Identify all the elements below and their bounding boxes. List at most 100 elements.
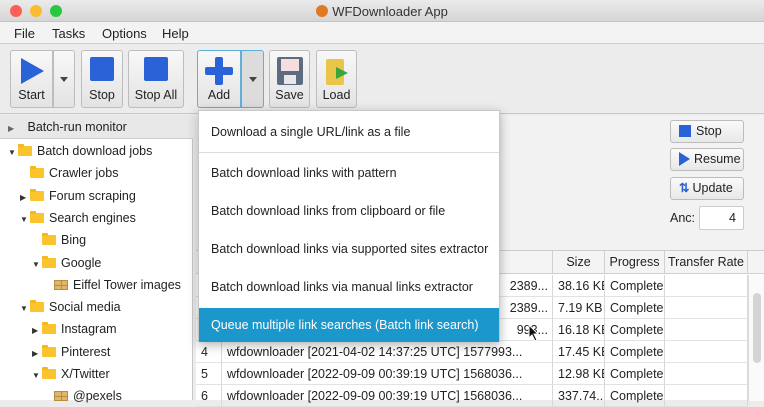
stop-job-button[interactable]: Stop [670, 120, 744, 143]
start-button[interactable]: Start [10, 50, 53, 108]
cell-rate[interactable] [665, 319, 748, 341]
stop-button[interactable]: Stop [81, 50, 123, 108]
cell-rate[interactable] [665, 297, 748, 319]
caret-down-icon [248, 77, 257, 82]
tree-item-label: Bing [61, 233, 87, 248]
cell-progress[interactable]: Complete [605, 275, 665, 297]
vertical-scrollbar[interactable] [748, 275, 764, 401]
window-title: WFDownloader App [332, 4, 448, 19]
tree-item[interactable]: Eiffel Tower images [44, 274, 181, 296]
expand-right-icon[interactable]: ▶ [32, 343, 42, 365]
start-label: Start [18, 88, 45, 102]
column-header-transfer-rate[interactable]: Transfer Rate [665, 251, 748, 274]
batch-run-monitor[interactable]: ▶ Batch-run monitor [0, 115, 193, 139]
column-header-progress[interactable]: Progress [605, 251, 665, 274]
cell-progress[interactable]: Complete [605, 385, 665, 407]
window-title-wrap: WFDownloader App [0, 4, 764, 19]
cell-rate[interactable] [665, 275, 748, 297]
cell-rate[interactable] [665, 363, 748, 385]
toolbar: Start Stop Stop All Add Save Load [0, 44, 764, 114]
menu-help[interactable]: Help [162, 26, 189, 41]
cell-progress[interactable]: Complete [605, 341, 665, 363]
cell-num[interactable]: 6 [196, 385, 222, 407]
load-label: Load [322, 88, 351, 102]
update-button[interactable]: ⇅ Update [670, 177, 744, 200]
cell-size[interactable]: 7.19 KB [553, 297, 605, 319]
tree-item-label: X/Twitter [61, 367, 110, 381]
expand-down-icon[interactable]: ▼ [32, 254, 42, 276]
sidebar-tree: ▶ Batch-run monitor ▼ Batch download jobs… [0, 115, 193, 403]
tree-item[interactable]: @pexels [44, 385, 122, 407]
update-label: Update [692, 181, 733, 195]
load-button[interactable]: Load [316, 50, 357, 108]
tree-item-label: Eiffel Tower images [73, 277, 181, 292]
cell-size[interactable]: 16.18 KB [553, 319, 605, 341]
add-dropdown-button[interactable] [241, 50, 264, 108]
stop-all-button[interactable]: Stop All [128, 50, 184, 108]
expand-down-icon[interactable]: ▼ [8, 142, 18, 164]
scrollbar-thumb[interactable] [753, 293, 761, 363]
cell-name[interactable]: wfdownloader [2022-09-09 00:39:19 UTC] 1… [222, 363, 553, 385]
cell-rate[interactable] [665, 385, 748, 407]
tree-item-label: Batch download jobs [37, 144, 153, 158]
folder-icon [18, 144, 32, 156]
stop-all-icon [144, 57, 168, 81]
expand-right-icon[interactable]: ▶ [20, 187, 30, 209]
cell-progress[interactable]: Complete [605, 319, 665, 341]
tree-item[interactable]: ▼ Search engines [20, 207, 136, 229]
title-bar: WFDownloader App [0, 0, 764, 22]
anc-input[interactable]: 4 [699, 206, 744, 230]
cell-size[interactable]: 337.74... [553, 385, 605, 407]
folder-icon [42, 233, 56, 246]
tree-item-label: Search engines [49, 210, 136, 225]
expand-down-icon[interactable]: ▼ [20, 209, 30, 231]
resume-button[interactable]: Resume [670, 148, 744, 171]
tree-item[interactable]: ▼ Social media [20, 296, 121, 318]
cell-size[interactable]: 12.98 KB [553, 363, 605, 385]
expand-right-icon[interactable]: ▶ [32, 320, 42, 342]
stop-job-label: Stop [696, 124, 722, 138]
stop-label: Stop [89, 88, 115, 102]
menu-file[interactable]: File [14, 26, 35, 41]
menu-item-supported-sites[interactable]: Batch download links via supported sites… [199, 232, 499, 266]
cell-size[interactable]: 17.45 KB [553, 341, 605, 363]
cell-name[interactable]: wfdownloader [2021-04-02 14:37:25 UTC] 1… [222, 341, 553, 363]
tree-item[interactable]: ▼ X/Twitter [32, 363, 110, 385]
expand-down-icon[interactable]: ▼ [20, 298, 30, 320]
menu-item-pattern[interactable]: Batch download links with pattern [199, 156, 499, 190]
cell-num[interactable]: 5 [196, 363, 222, 385]
expand-down-icon[interactable]: ▼ [32, 365, 42, 387]
plus-icon [205, 57, 233, 85]
menu-tasks[interactable]: Tasks [52, 26, 85, 41]
add-button[interactable]: Add [197, 50, 241, 108]
save-button[interactable]: Save [269, 50, 310, 108]
cell-progress[interactable]: Complete [605, 297, 665, 319]
menu-item-manual-extractor[interactable]: Batch download links via manual links ex… [199, 270, 499, 304]
anc-label: Anc: [670, 211, 696, 225]
cell-progress[interactable]: Complete [605, 363, 665, 385]
tree-item[interactable]: ▶ Pinterest [32, 341, 110, 363]
cell-num[interactable]: 4 [196, 341, 222, 363]
column-header-size[interactable]: Size [553, 251, 605, 274]
refresh-icon: ⇅ [679, 181, 690, 195]
tree-item[interactable]: ▶ Forum scraping [20, 185, 136, 207]
tree-item[interactable]: Crawler jobs [20, 162, 118, 184]
expand-right-icon: ▶ [8, 124, 15, 133]
tree-item[interactable]: Bing [32, 229, 86, 251]
tree-item[interactable]: ▼ Google [32, 252, 101, 274]
floppy-save-icon [276, 57, 303, 85]
cell-name[interactable]: wfdownloader [2022-09-09 00:39:19 UTC] 1… [222, 385, 553, 407]
app-logo-icon [316, 5, 329, 17]
menu-options[interactable]: Options [102, 26, 147, 41]
menu-item-clipboard-file[interactable]: Batch download links from clipboard or f… [199, 194, 499, 228]
cell-size[interactable]: 38.16 KB [553, 275, 605, 297]
folder-icon [42, 367, 56, 379]
menu-item-single-url[interactable]: Download a single URL/link as a file [199, 115, 499, 149]
menu-item-batch-link-search[interactable]: Queue multiple link searches (Batch link… [199, 308, 499, 342]
stop-icon [679, 125, 691, 137]
menu-separator [199, 152, 499, 153]
start-dropdown-button[interactable] [53, 50, 75, 108]
cell-rate[interactable] [665, 341, 748, 363]
tree-item[interactable]: ▼ Batch download jobs [8, 140, 152, 162]
tree-item[interactable]: ▶ Instagram [32, 318, 117, 340]
